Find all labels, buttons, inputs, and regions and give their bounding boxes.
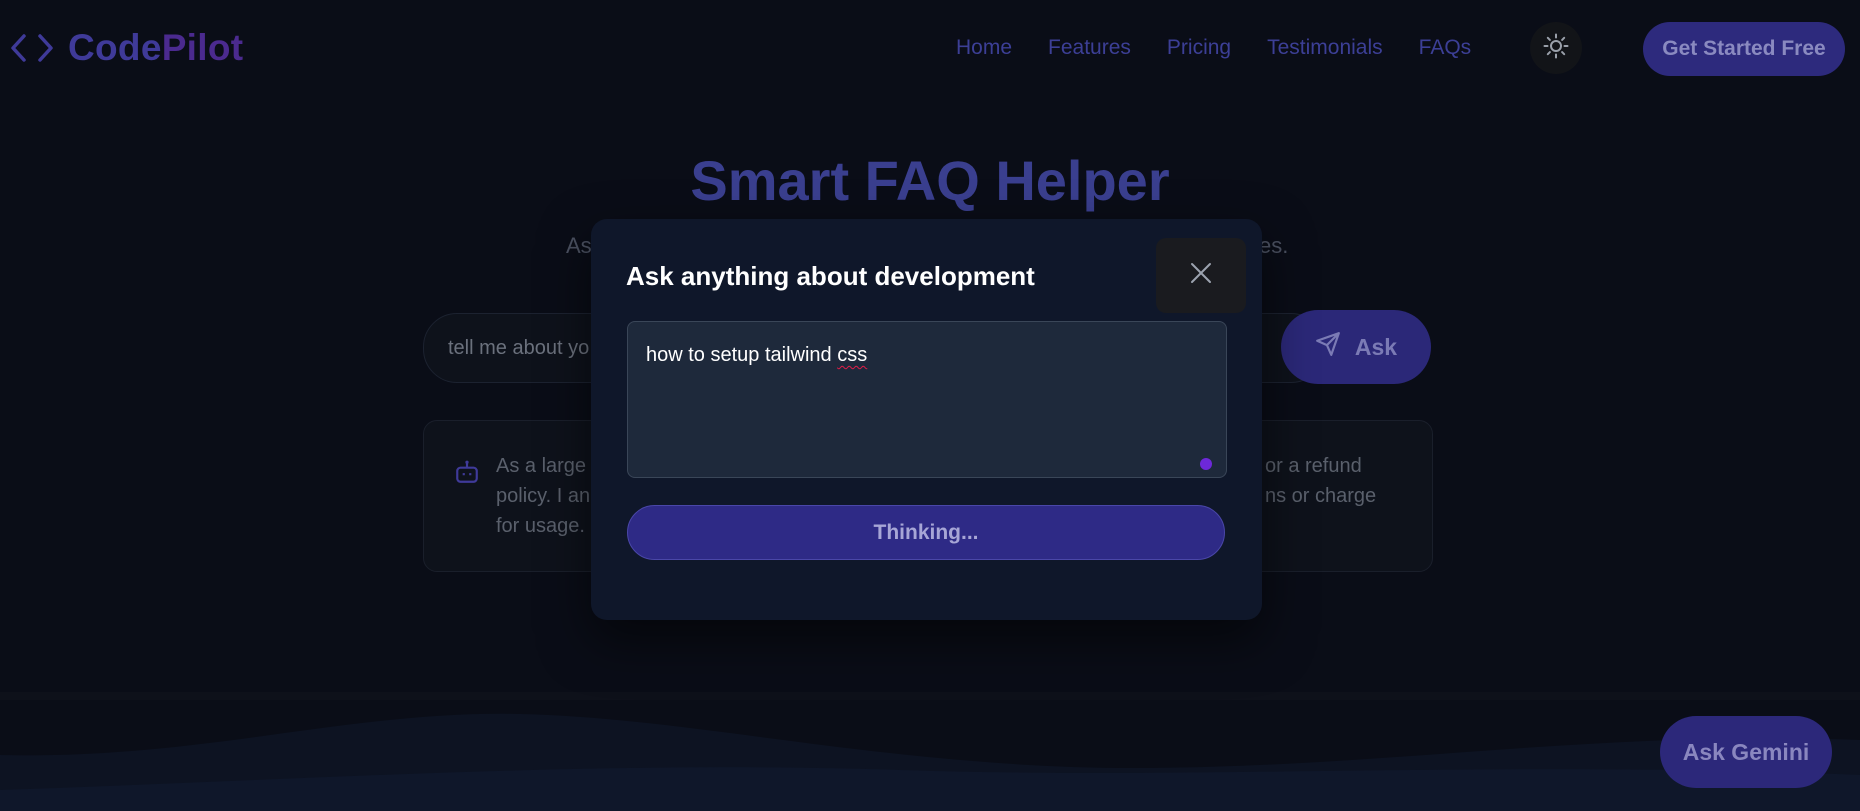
nav-link-features[interactable]: Features	[1048, 36, 1131, 60]
modal-close-button[interactable]	[1156, 238, 1246, 313]
modal-title: Ask anything about development	[626, 261, 1035, 291]
page-title: Smart FAQ Helper	[690, 149, 1170, 212]
ask-button-label: Ask	[1354, 333, 1398, 360]
answer-line: policy. I an	[496, 485, 591, 507]
theme-toggle-button[interactable]	[1530, 22, 1582, 74]
close-icon	[1189, 261, 1213, 290]
navbar: CodePilot Home Features Pricing Testimon…	[0, 0, 1860, 100]
nav-link-pricing[interactable]: Pricing	[1167, 36, 1231, 60]
subtitle-left: As	[566, 233, 592, 258]
nav-link-faqs[interactable]: FAQs	[1419, 36, 1472, 60]
nav-link-testimonials[interactable]: Testimonials	[1267, 36, 1383, 60]
get-started-button[interactable]: Get Started Free	[1643, 22, 1845, 76]
answer-line: ns or charge	[1265, 485, 1377, 507]
bot-icon	[454, 459, 480, 490]
nav-links: Home Features Pricing Testimonials FAQs	[956, 36, 1507, 60]
question-value: how to setup tailwind css	[646, 344, 868, 366]
section-divider	[0, 692, 1860, 700]
faq-search-value: tell me about yo	[448, 337, 590, 359]
answer-line: As a large	[496, 455, 587, 477]
send-icon	[1315, 331, 1341, 363]
ask-modal: Ask anything about development how to se…	[591, 219, 1262, 620]
submit-button[interactable]: Thinking...	[627, 505, 1225, 560]
subtitle-right: es.	[1259, 233, 1289, 258]
code-brackets-icon	[10, 26, 54, 70]
question-textarea[interactable]: how to setup tailwind css	[627, 321, 1227, 478]
answer-line: for usage.	[496, 515, 585, 537]
grammar-indicator-icon	[1200, 458, 1212, 470]
nav-link-home[interactable]: Home	[956, 36, 1012, 60]
brand-name: CodePilot	[68, 27, 244, 68]
sun-icon	[1543, 33, 1569, 64]
ask-gemini-button[interactable]: Ask Gemini	[1660, 716, 1832, 788]
ask-button[interactable]: Ask	[1281, 310, 1431, 384]
wave-decoration	[0, 713, 1860, 811]
brand-logo[interactable]: CodePilot	[10, 26, 243, 70]
answer-line: or a refund	[1265, 455, 1362, 477]
